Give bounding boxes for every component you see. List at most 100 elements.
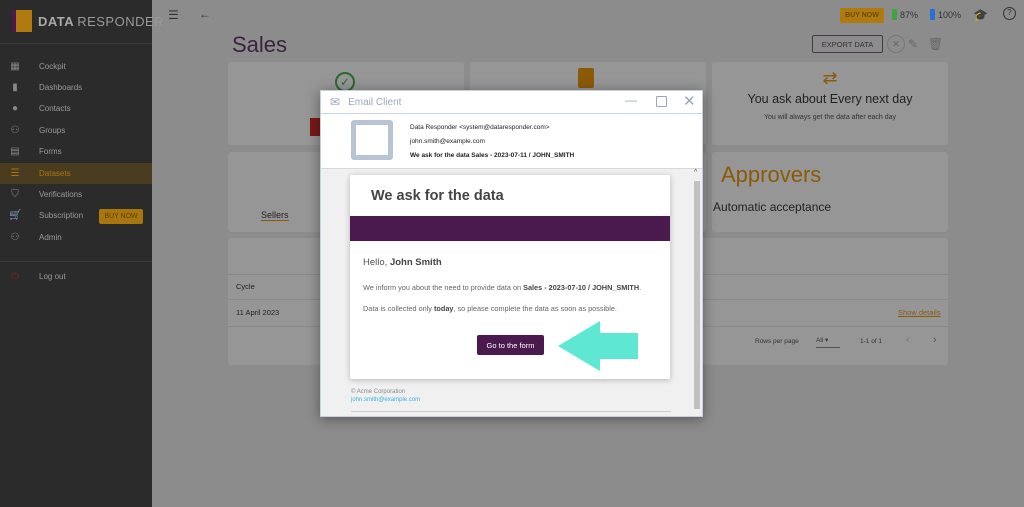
brand-band (350, 216, 670, 241)
label: Admin (39, 233, 62, 242)
sidebar-item-cockpit[interactable]: ▦ Cockpit (0, 56, 152, 77)
column-header-cycle[interactable]: Cycle (236, 282, 255, 291)
sidebar-item-dashboards[interactable]: ▮ Dashboards (0, 77, 152, 98)
label: Verifications (39, 190, 83, 199)
envelope-icon: ✉ (330, 95, 341, 109)
email-client-window: ✉ Email Client — ✕ Data Responder <syste… (320, 90, 703, 417)
minimize-button[interactable]: — (625, 93, 637, 107)
greeting-hello: Hello, (363, 257, 390, 268)
next-page-icon[interactable]: › (933, 334, 937, 346)
p1-end: . (639, 283, 642, 292)
approvers-subtitle: Automatic acceptance (713, 200, 832, 214)
scrollbar[interactable]: ^ (692, 169, 702, 416)
sidebar-item-groups[interactable]: ⚇ Groups (0, 120, 152, 141)
logo[interactable]: DATA RESPONDER (12, 10, 164, 32)
label: Groups (39, 126, 66, 135)
label: Subscription (39, 211, 84, 220)
red-button[interactable] (310, 118, 320, 136)
graduation-cap-icon[interactable]: 🎓 (973, 8, 988, 22)
paragraph-1: We inform you about the need to provide … (363, 283, 641, 292)
label: Cockpit (39, 62, 66, 71)
power-icon: ⏻ (11, 271, 19, 282)
email-subject: We ask for the data Sales - 2023-07-11 /… (410, 152, 575, 159)
paragraph-2: Data is collected only today, so please … (363, 304, 617, 313)
recipient-name: John Smith (389, 257, 442, 268)
footer-company: © Acme Corporation (351, 389, 406, 395)
frequency-card: ⇄ You ask about Every next day You will … (712, 62, 948, 145)
export-data-button[interactable]: EXPORT DATA (812, 35, 883, 53)
delete-icon[interactable]: 🗑 (928, 37, 943, 51)
email-from: Data Responder <system@dataresponder.com… (410, 124, 550, 131)
p1-text: We inform you about the need to provide … (363, 283, 524, 292)
sidebar-item-forms[interactable]: ▤ Forms (0, 141, 152, 162)
notifications-off-icon[interactable]: ✕ (887, 35, 905, 53)
help-icon[interactable]: ? (1003, 7, 1016, 20)
battery-icon (892, 9, 897, 20)
frequency-subtitle: You will always get the data after each … (763, 114, 897, 121)
show-details-link[interactable]: Show details (898, 308, 941, 317)
label: Datasets (39, 169, 71, 178)
email-heading: We ask for the data (371, 188, 504, 204)
p2-text-b: , so please complete the data as soon as… (453, 304, 617, 313)
dataset-name: Sales - 2023-07-10 / JOHN_SMITH (523, 283, 640, 292)
battery-1-value: 87% (900, 9, 919, 20)
label: Contacts (39, 104, 71, 113)
label: Log out (39, 272, 66, 281)
label: Dashboards (39, 83, 83, 92)
logo-icon (12, 10, 32, 32)
sidebar: DATA RESPONDER ▦ Cockpit ▮ Dashboards ● Cont… (0, 0, 164, 507)
scroll-up-icon[interactable]: ^ (694, 169, 697, 176)
cart-icon: 🛒 (9, 210, 22, 221)
email-to: john.smith@example.com (410, 138, 485, 145)
admin-icon: ⚇ (10, 232, 20, 243)
pagination-range: 1-1 of 1 (860, 338, 883, 345)
maximize-button[interactable] (656, 96, 667, 107)
battery-2: 100% (930, 9, 961, 20)
email-body: We ask for the data Hello, John Smith We… (321, 169, 693, 416)
go-to-form-button[interactable]: Go to the form (477, 335, 544, 355)
clipboard-icon: ▤ (10, 146, 20, 157)
battery-2-value: 100% (938, 9, 962, 20)
person-icon: ● (11, 103, 19, 114)
brand-light: RESPONDER (77, 13, 165, 29)
rows-per-page-value: All (816, 337, 824, 344)
page-title: Sales (232, 32, 288, 57)
email-card: We ask for the data Hello, John Smith We… (350, 175, 670, 379)
group-icon: ⚇ (10, 125, 20, 136)
dropdown-icon: ▾ (825, 337, 829, 344)
window-title: Email Client (348, 96, 402, 108)
battery-icon (930, 9, 935, 20)
approvers-title: Approvers (721, 162, 822, 187)
sellers-link[interactable]: Sellers (261, 210, 289, 221)
open-envelope-icon (351, 120, 393, 160)
rows-per-page-label: Rows per page (755, 338, 799, 345)
check-circle-icon: ✓ (335, 72, 355, 92)
cockpit-icon: ▦ (10, 61, 20, 72)
sidebar-item-admin[interactable]: ⚇ Admin (0, 227, 152, 248)
bar-chart-icon: ▮ (12, 82, 18, 93)
sidebar-item-datasets[interactable]: ☰ Datasets (0, 163, 152, 184)
p2-bold: today (433, 304, 454, 313)
clipboard-icon (578, 68, 594, 88)
logout-button[interactable]: ⏻ Log out (0, 266, 152, 287)
brand-bold: DATA (38, 13, 75, 29)
sidebar-item-contacts[interactable]: ● Contacts (0, 98, 152, 119)
sidebar-item-verifications[interactable]: ⛉ Verifications (0, 184, 152, 205)
window-titlebar: ✉ Email Client — ✕ (321, 91, 702, 114)
approvers-card: Approvers Automatic acceptance (712, 152, 948, 232)
scrollbar-thumb[interactable] (694, 181, 700, 409)
prev-page-icon[interactable]: ‹ (906, 334, 910, 346)
buy-now-button[interactable]: BUY NOW (840, 8, 884, 23)
sidebar-buy-now-button[interactable]: BUY NOW (99, 209, 143, 224)
footer-email-link[interactable]: john.smith@example.com (351, 397, 420, 403)
edit-icon[interactable]: ✎ (908, 37, 918, 51)
label: Forms (39, 147, 62, 156)
cycle-date: 11 April 2023 (236, 308, 280, 317)
list-icon: ☰ (10, 168, 20, 179)
rows-per-page-select[interactable]: All ▾ (816, 336, 840, 348)
frequency-title: You ask about Every next day (747, 92, 913, 106)
close-button[interactable]: ✕ (683, 92, 696, 110)
repeat-icon: ⇄ (822, 68, 838, 88)
back-arrow-icon[interactable]: ← (199, 7, 211, 21)
menu-icon[interactable]: ☰ (168, 8, 179, 22)
